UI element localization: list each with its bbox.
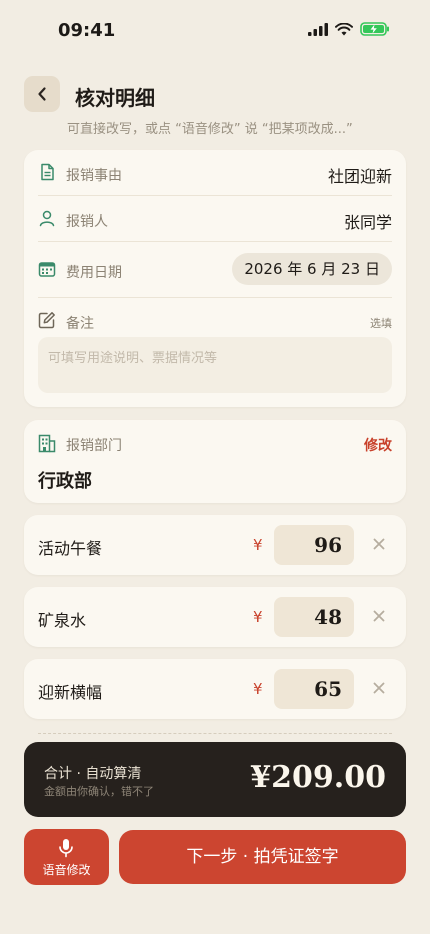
- edit-icon: [38, 312, 55, 329]
- battery-charging-icon: [360, 22, 389, 36]
- building-icon: [38, 434, 56, 453]
- divider: [38, 297, 392, 298]
- currency-symbol: ¥: [253, 680, 263, 698]
- microphone-icon: [59, 839, 73, 858]
- status-icons: [308, 22, 390, 36]
- date-row[interactable]: 费用日期 2026 年 6 月 23 日: [38, 248, 392, 293]
- person-row[interactable]: 报销人 张同学: [38, 197, 392, 242]
- department-edit-button[interactable]: 修改: [364, 435, 392, 455]
- total-subtitle: 金额由你确认，错不了: [44, 785, 154, 798]
- info-card: 报销事由 社团迎新 报销人 张同学 费用日期 2026 年 6 月 23 日 备…: [24, 150, 406, 407]
- note-label: 备注: [66, 316, 94, 332]
- close-icon: [373, 538, 385, 550]
- status-time: 09:41: [58, 20, 116, 41]
- expense-item: 活动午餐 ¥ 96: [24, 515, 406, 575]
- note-textarea[interactable]: 可填写用途说明、票据情况等: [38, 337, 392, 393]
- page-hint: 可直接改写，或点 “语音修改” 说 “把某项改成...”: [67, 122, 353, 137]
- total-amount: ¥209.00: [250, 760, 386, 795]
- divider: [38, 195, 392, 196]
- amount-input[interactable]: 96: [274, 525, 354, 565]
- item-name[interactable]: 矿泉水: [38, 607, 86, 631]
- status-bar: 09:41: [0, 0, 430, 60]
- user-icon: [39, 210, 55, 227]
- optional-tag: 选填: [370, 317, 392, 330]
- amount-input[interactable]: 65: [274, 669, 354, 709]
- department-value: 行政部: [38, 471, 92, 492]
- total-card: 合计 · 自动算清 金额由你确认，错不了 ¥209.00: [24, 742, 406, 817]
- reason-value[interactable]: 社团迎新: [328, 163, 392, 187]
- chevron-left-icon: [38, 87, 46, 101]
- delete-item-button[interactable]: [369, 535, 389, 555]
- item-name[interactable]: 活动午餐: [38, 535, 102, 559]
- date-picker[interactable]: 2026 年 6 月 23 日: [232, 253, 392, 285]
- wifi-icon: [335, 22, 353, 35]
- reason-row[interactable]: 报销事由 社团迎新: [38, 151, 392, 196]
- page-title: 核对明细: [75, 86, 155, 110]
- department-label: 报销部门: [66, 438, 122, 454]
- voice-edit-label: 语音修改: [42, 863, 91, 877]
- department-card: 报销部门 修改 行政部: [24, 420, 406, 503]
- back-button[interactable]: [24, 76, 60, 112]
- voice-edit-button[interactable]: 语音修改: [24, 829, 109, 885]
- amount-input[interactable]: 48: [274, 597, 354, 637]
- total-label: 合计 · 自动算清: [44, 766, 142, 782]
- document-icon: [41, 163, 54, 181]
- currency-symbol: ¥: [253, 536, 263, 554]
- currency-symbol: ¥: [253, 608, 263, 626]
- next-step-button[interactable]: 下一步 · 拍凭证签字: [119, 830, 406, 884]
- delete-item-button[interactable]: [369, 607, 389, 627]
- close-icon: [373, 610, 385, 622]
- expense-item: 矿泉水 ¥ 48: [24, 587, 406, 647]
- add-item-divider: [38, 733, 392, 734]
- close-icon: [373, 682, 385, 694]
- person-label: 报销人: [66, 214, 108, 230]
- calendar-icon: [38, 262, 56, 277]
- delete-item-button[interactable]: [369, 679, 389, 699]
- reason-label: 报销事由: [66, 168, 122, 184]
- item-name[interactable]: 迎新横幅: [38, 679, 102, 703]
- divider: [38, 241, 392, 242]
- signal-icon: [308, 22, 328, 36]
- expense-item: 迎新横幅 ¥ 65: [24, 659, 406, 719]
- person-value[interactable]: 张同学: [344, 209, 392, 233]
- date-label: 费用日期: [66, 265, 122, 281]
